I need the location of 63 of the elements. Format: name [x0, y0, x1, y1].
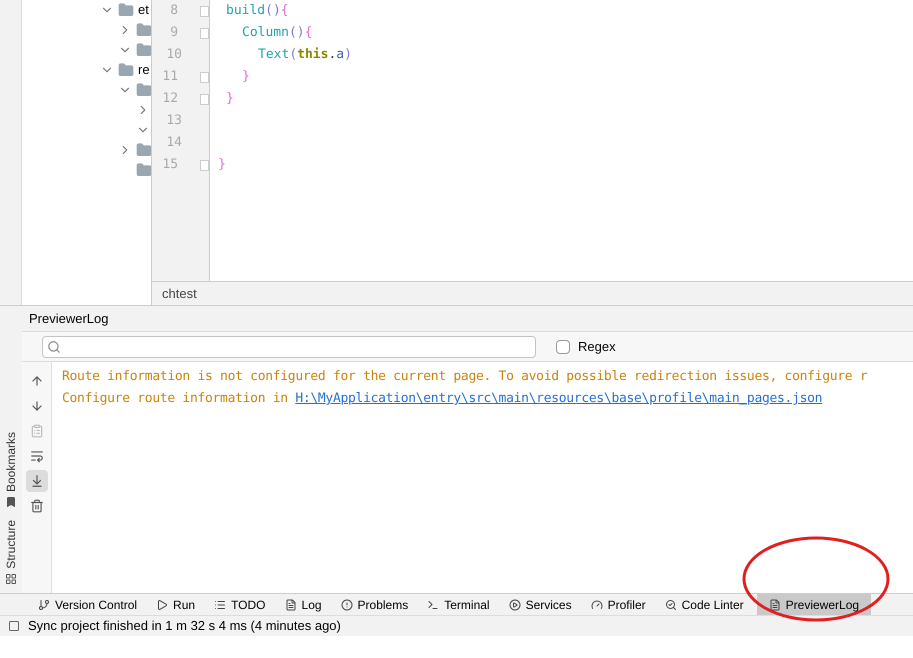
panel-title: PreviewerLog: [29, 310, 108, 328]
log-message: Configure route information in: [62, 390, 289, 408]
tab-icon: [427, 598, 440, 610]
line-number: 8: [169, 2, 178, 20]
fold-marker-icon[interactable]: [200, 94, 209, 104]
folder-icon: [136, 22, 151, 38]
fold-marker-icon[interactable]: [200, 160, 209, 170]
regex-checkbox[interactable]: [556, 340, 570, 354]
bookmark-icon: [5, 496, 17, 508]
line-number: 9: [169, 24, 178, 42]
tool-window-tab[interactable]: Log: [278, 594, 328, 616]
log-message: Route information is not configured for the current page. To avoid possible redirection issues, configure r: [62, 368, 868, 386]
tab-icon: [664, 598, 677, 610]
tab-icon: [156, 598, 168, 610]
tool-window-tab[interactable]: Version Control: [32, 594, 144, 616]
fold-marker-icon[interactable]: [200, 72, 209, 82]
tab-icon: [590, 598, 603, 610]
folder-icon: [136, 162, 151, 178]
status-text: Sync project finished in 1 m 32 s 4 ms (4 minutes ago): [28, 617, 341, 636]
tool-window-tab[interactable]: Run: [150, 594, 202, 616]
folder-icon: [118, 2, 134, 18]
line-number: 12: [161, 90, 178, 108]
file-link[interactable]: H:\MyApplication\entry\src\main\resources\base\profile\main_pages.json: [295, 389, 822, 409]
tab-icon: [284, 598, 297, 610]
regex-label: Regex: [578, 338, 616, 356]
search-field[interactable]: [42, 336, 536, 358]
tool-window-tab[interactable]: Terminal: [421, 594, 496, 616]
fold-marker-icon[interactable]: [200, 6, 209, 16]
tool-window-tab[interactable]: Code Linter: [658, 594, 750, 616]
tool-window-tab[interactable]: Profiler: [584, 594, 652, 616]
tool-window-tab[interactable]: Problems: [334, 594, 414, 616]
code-line: build(){: [226, 2, 289, 20]
folder-icon: [136, 42, 151, 58]
tool-window-tab[interactable]: Services: [502, 594, 578, 616]
line-number: 13: [165, 112, 182, 130]
status-icon: [8, 620, 20, 632]
tool-window-tab[interactable]: PreviewerLog: [756, 594, 872, 616]
line-number: 10: [165, 46, 182, 64]
line-number: 11: [161, 68, 178, 86]
side-tab[interactable]: Bookmarks: [2, 432, 20, 492]
tree-label[interactable]: re: [138, 60, 150, 80]
search-icon: [47, 340, 61, 354]
tab-icon: [38, 598, 50, 610]
side-tab[interactable]: Structure: [2, 520, 20, 569]
folder-icon: [118, 62, 134, 78]
code-line: }: [218, 156, 226, 174]
tab-icon: [508, 598, 521, 610]
scroll-end-icon[interactable]: [26, 470, 48, 492]
tool-window-tab[interactable]: TODO: [208, 594, 272, 616]
fold-marker-icon[interactable]: [200, 28, 209, 38]
tab-icon: [340, 598, 353, 610]
code-line: Text(this.a): [258, 46, 352, 64]
tree-label[interactable]: et: [138, 0, 149, 20]
line-number: 15: [161, 156, 178, 174]
breadcrumb[interactable]: chtest: [162, 284, 197, 304]
line-number: 14: [165, 134, 182, 152]
tab-icon: [768, 598, 781, 610]
structure-icon: [5, 573, 17, 585]
code-line: Column(){: [242, 24, 312, 42]
folder-icon: [136, 142, 151, 158]
code-line: }: [242, 68, 250, 86]
code-line: }: [226, 90, 234, 108]
folder-icon: [136, 82, 151, 98]
